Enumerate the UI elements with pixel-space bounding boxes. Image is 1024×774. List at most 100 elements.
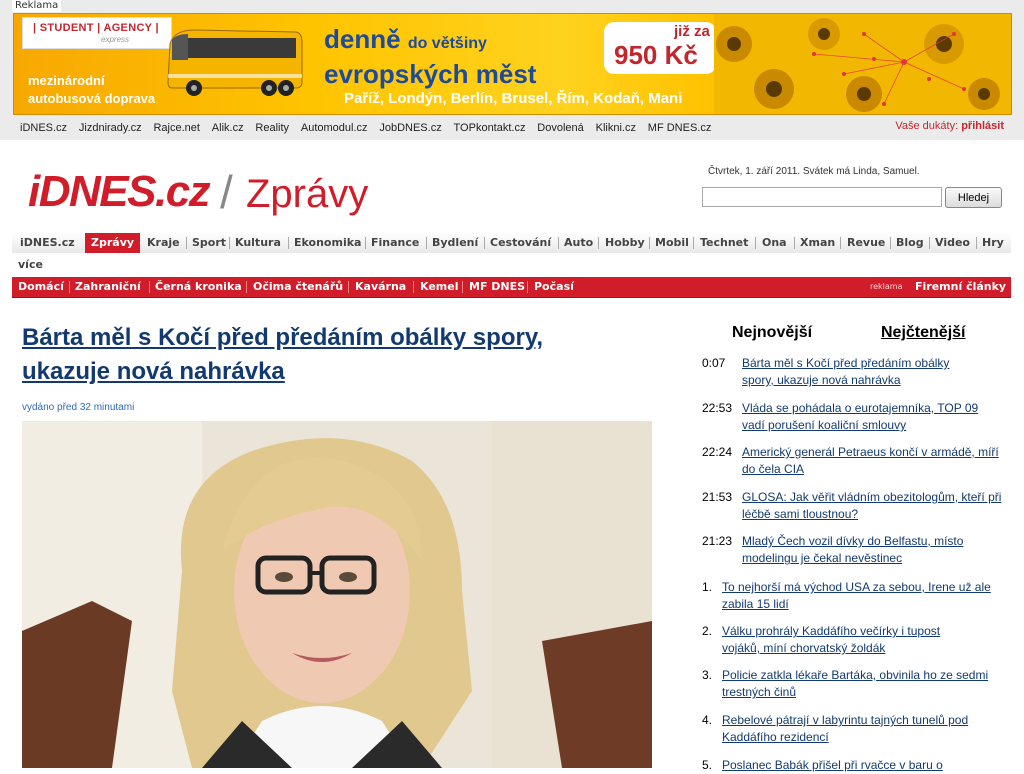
partner-link[interactable]: Automodul.cz [301, 122, 368, 134]
most-read-link[interactable]: Rebelové pátrají v labyrintu tajných tun… [722, 712, 1002, 746]
news-time: 0:07 [702, 356, 726, 370]
news-link[interactable]: Vláda se pohádala o eurotajemníka, TOP 0… [742, 400, 1002, 434]
student-agency-logo: | STUDENT | AGENCY | express [22, 17, 172, 49]
bus-icon [167, 29, 303, 96]
partner-link[interactable]: Jizdnirady.cz [79, 122, 142, 134]
most-read-link[interactable]: To nejhorší má východ USA za sebou, Iren… [722, 579, 1004, 613]
subnav-item[interactable]: Černá kronika [155, 277, 242, 297]
nav-item[interactable]: Hobby [605, 233, 645, 253]
ad-banner[interactable]: | STUDENT | AGENCY | express mezinárodní… [13, 13, 1012, 115]
nav-item[interactable]: Auto [564, 233, 593, 253]
most-read-link[interactable]: Válku prohrály Kaddáfího večírky i tupos… [722, 623, 972, 657]
sub-nav: Domácí Zahraniční Černá kronika Očima čt… [12, 277, 1011, 298]
date-line: Čtvrtek, 1. září 2011. Svátek má Linda, … [708, 166, 920, 177]
nav-item[interactable]: Blog [896, 233, 924, 253]
subnav-item[interactable]: MF DNES [469, 277, 525, 297]
ad-subtitle: mezinárodní autobusová doprava [28, 72, 178, 108]
nav-separator [976, 237, 977, 249]
partner-link[interactable]: Rajce.net [153, 122, 199, 134]
ad-price-prefix: již za [674, 23, 710, 40]
nav-item[interactable]: Kultura [235, 233, 281, 253]
article-published: vydáno před 32 minutami [22, 402, 135, 413]
subnav-separator [149, 281, 150, 293]
rank-number: 1. [702, 580, 713, 594]
nav-separator [890, 237, 891, 249]
nav-more[interactable]: více [18, 258, 43, 271]
news-time: 21:53 [702, 490, 733, 504]
site-logo[interactable]: iDNES.cz / Zprávy [28, 166, 373, 224]
nav-item[interactable]: Finance [371, 233, 419, 253]
subnav-item[interactable]: Zahraniční [75, 277, 141, 297]
partner-link[interactable]: Reality [255, 122, 289, 134]
subnav-item[interactable]: Domácí [18, 277, 64, 297]
subnav-separator [246, 281, 247, 293]
nav-separator [558, 237, 559, 249]
nav-item[interactable]: Technet [700, 233, 748, 253]
news-link[interactable]: Americký generál Petraeus končí v armádě… [742, 444, 1002, 478]
ad-price-badge: již za 950 Kč [604, 22, 716, 74]
subnav-item[interactable]: Počasí [534, 277, 574, 297]
section-title[interactable]: Zprávy [246, 168, 368, 220]
partner-link[interactable]: Alik.cz [212, 122, 244, 134]
partner-links: iDNES.cz Jizdnirady.cz Rajce.net Alik.cz… [20, 120, 719, 138]
nav-item[interactable]: Bydlení [432, 233, 478, 253]
subnav-ad-label: reklama [870, 282, 903, 291]
partner-link[interactable]: Klikni.cz [596, 122, 636, 134]
subnav-separator [348, 281, 349, 293]
article-photo[interactable] [22, 421, 652, 768]
search-button[interactable]: Hledej [945, 187, 1002, 208]
nav-separator [484, 237, 485, 249]
subnav-separator [527, 281, 528, 293]
ad-headline-big2: evropských měst [324, 59, 537, 89]
europe-map-icon [714, 14, 1011, 114]
ad-left-line2: autobusová doprava [28, 91, 156, 106]
news-link[interactable]: GLOSA: Jak věřit vládním obezitologům, k… [742, 489, 1002, 523]
ad-label: Reklama [12, 0, 62, 12]
ad-headline: denně do většiny evropských měst [324, 24, 536, 89]
nav-item[interactable]: Kraje [147, 233, 180, 253]
nav-separator [929, 237, 930, 249]
subnav-corporate-link[interactable]: Firemní články [915, 277, 1006, 297]
subnav-item[interactable]: Kemel [420, 277, 458, 297]
nav-separator [288, 237, 289, 249]
news-time: 21:23 [702, 534, 733, 548]
partner-link[interactable]: TOPkontakt.cz [454, 122, 526, 134]
logo-slash: / [220, 166, 233, 218]
partner-link[interactable]: iDNES.cz [20, 122, 67, 134]
rank-number: 4. [702, 713, 713, 727]
subnav-item[interactable]: Kavárna [355, 277, 406, 297]
main-nav: iDNES.cz Zprávy Kraje Sport Kultura Ekon… [12, 233, 1011, 253]
nav-item[interactable]: Ekonomika [294, 233, 361, 253]
ad-brand-sub: express [101, 35, 130, 44]
search-input[interactable] [702, 187, 942, 207]
nav-item[interactable]: iDNES.cz [20, 233, 75, 253]
news-link[interactable]: Bárta měl s Kočí před předáním obálky sp… [742, 355, 982, 389]
article-headline[interactable]: Bárta měl s Kočí před předáním obálky sp… [22, 321, 622, 389]
nav-item[interactable]: Video [935, 233, 970, 253]
partner-link[interactable]: JobDNES.cz [379, 122, 441, 134]
news-link[interactable]: Mladý Čech vozil dívky do Belfastu, míst… [742, 533, 1002, 567]
nav-item[interactable]: Xman [800, 233, 835, 253]
login-box: Vaše dukáty: přihlásit [895, 120, 1004, 132]
tab-most-read[interactable]: Nejčtenější [881, 324, 965, 342]
nav-item[interactable]: Ona [762, 233, 787, 253]
nav-item[interactable]: Sport [192, 233, 226, 253]
partner-link[interactable]: Dovolená [537, 122, 583, 134]
ad-left-line1: mezinárodní [28, 73, 105, 88]
ad-headline-small: do většiny [407, 35, 487, 52]
nav-item[interactable]: Hry [982, 233, 1004, 253]
rank-number: 2. [702, 624, 713, 638]
nav-item[interactable]: Revue [847, 233, 885, 253]
tab-newest[interactable]: Nejnovější [732, 324, 812, 342]
most-read-link[interactable]: Poslanec Babák přišel při rvačce v baru … [722, 757, 1002, 774]
most-read-link[interactable]: Policie zatkla lékaře Bartáka, obvinila … [722, 667, 992, 701]
nav-separator [755, 237, 756, 249]
nav-item[interactable]: Cestování [490, 233, 551, 253]
subnav-item[interactable]: Očima čtenářů [253, 277, 343, 297]
nav-separator [186, 237, 187, 249]
login-link[interactable]: přihlásit [961, 120, 1004, 132]
ad-price-value: 950 Kč [614, 40, 698, 70]
partner-link[interactable]: MF DNES.cz [648, 122, 712, 134]
nav-item[interactable]: Mobil [655, 233, 689, 253]
nav-item-active[interactable]: Zprávy [85, 233, 141, 253]
